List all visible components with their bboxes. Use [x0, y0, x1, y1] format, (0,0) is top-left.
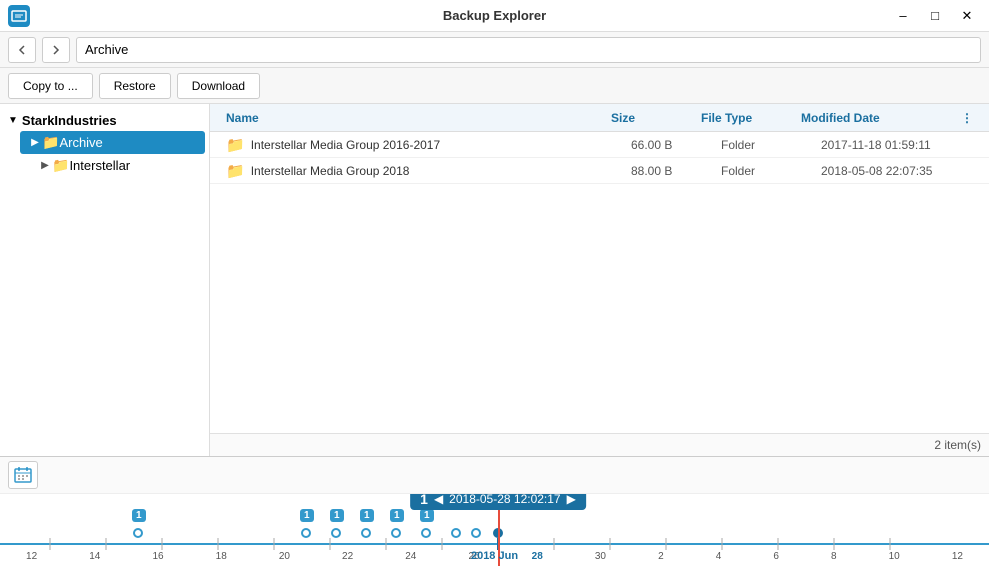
file-list: Name Size File Type Modified Date ⋮ 📁 In…	[210, 104, 989, 456]
timeline-area: 1 1 1 1 1 1 1 ◀ 2018-05-28 12:02:17 ▶ 12…	[0, 456, 989, 566]
timeline-dot-5[interactable]	[421, 528, 431, 538]
popup-number: 1	[420, 494, 428, 507]
date-label-20: 20	[279, 551, 290, 562]
chevron-right-icon: ▶	[28, 136, 42, 150]
date-label-6: 6	[773, 551, 779, 562]
close-button[interactable]: ✕	[953, 6, 981, 26]
folder-icon-row1: 📁	[226, 162, 245, 180]
popup-prev-button[interactable]: ◀	[434, 494, 443, 506]
timeline-popup: 1 ◀ 2018-05-28 12:02:17 ▶	[410, 494, 586, 510]
nav-bar	[0, 32, 989, 68]
col-header-name[interactable]: Name	[218, 111, 611, 125]
timeline-dot-7[interactable]	[471, 528, 481, 538]
timeline-dot-2[interactable]	[331, 528, 341, 538]
window-controls[interactable]: – □ ✕	[889, 6, 981, 26]
download-button[interactable]: Download	[177, 73, 260, 99]
folder-icon: 📁	[42, 134, 59, 151]
file-list-header: Name Size File Type Modified Date ⋮	[210, 104, 989, 132]
folder-icon2: 📁	[52, 157, 69, 174]
file-name-1: 📁 Interstellar Media Group 2018	[218, 162, 631, 180]
date-label-12: 12	[26, 551, 37, 562]
sidebar-item-interstellar-label: Interstellar	[69, 158, 130, 173]
timeline-badge-1: 1	[300, 509, 314, 522]
file-list-body: 📁 Interstellar Media Group 2016-2017 66.…	[210, 132, 989, 433]
timeline-dot-4[interactable]	[391, 528, 401, 538]
date-label-30: 30	[595, 551, 606, 562]
june-label: 2018 Jun	[471, 550, 518, 562]
chevron-right-icon2: ▶	[38, 159, 52, 173]
path-input[interactable]	[76, 37, 981, 63]
file-type-0: Folder	[721, 138, 821, 152]
col-header-date[interactable]: Modified Date	[801, 111, 961, 125]
timeline-badge-4: 1	[390, 509, 404, 522]
timeline-dot-1[interactable]	[301, 528, 311, 538]
sidebar-item-archive-label: Archive	[59, 135, 102, 150]
popup-next-button[interactable]: ▶	[567, 494, 576, 506]
timeline-dot-3[interactable]	[361, 528, 371, 538]
file-size-1: 88.00 B	[631, 164, 721, 178]
col-header-size[interactable]: Size	[611, 111, 701, 125]
date-label-8: 8	[831, 551, 837, 562]
back-button[interactable]	[8, 37, 36, 63]
app-icon	[8, 5, 30, 27]
main-layout: ▼ StarkIndustries ▶ 📁 Archive ▶ 📁 Inters…	[0, 104, 989, 456]
sidebar-root-label: StarkIndustries	[22, 113, 117, 128]
maximize-button[interactable]: □	[921, 6, 949, 26]
date-label-4: 4	[716, 551, 722, 562]
restore-button[interactable]: Restore	[99, 73, 171, 99]
item-count: 2 item(s)	[934, 438, 981, 452]
sidebar-root[interactable]: ▼ StarkIndustries	[0, 110, 209, 131]
date-label-14: 14	[89, 551, 100, 562]
timeline-dot-6[interactable]	[451, 528, 461, 538]
file-name-0: 📁 Interstellar Media Group 2016-2017	[218, 136, 631, 154]
copy-button[interactable]: Copy to ...	[8, 73, 93, 99]
date-label-24: 24	[405, 551, 416, 562]
table-row[interactable]: 📁 Interstellar Media Group 2018 88.00 B …	[210, 158, 989, 184]
date-label-16: 16	[152, 551, 163, 562]
file-date-0: 2017-11-18 01:59:11	[821, 138, 981, 152]
file-list-footer: 2 item(s)	[210, 433, 989, 456]
table-row[interactable]: 📁 Interstellar Media Group 2016-2017 66.…	[210, 132, 989, 158]
sidebar: ▼ StarkIndustries ▶ 📁 Archive ▶ 📁 Inters…	[0, 104, 210, 456]
toolbar: Copy to ... Restore Download	[0, 68, 989, 104]
popup-datetime: 2018-05-28 12:02:17	[449, 494, 560, 506]
date-label-10: 10	[889, 551, 900, 562]
timeline-badge-5: 1	[420, 509, 434, 522]
sidebar-item-interstellar[interactable]: ▶ 📁 Interstellar	[16, 154, 209, 177]
folder-icon-row0: 📁	[226, 136, 245, 154]
date-label-2: 2	[658, 551, 664, 562]
calendar-button[interactable]	[8, 461, 38, 489]
forward-button[interactable]	[42, 37, 70, 63]
chevron-down-icon: ▼	[8, 115, 18, 126]
minimize-button[interactable]: –	[889, 6, 917, 26]
col-more-btn[interactable]: ⋮	[961, 111, 981, 125]
date-label-12b: 12	[952, 551, 963, 562]
timeline-container: 1 1 1 1 1 1 1 ◀ 2018-05-28 12:02:17 ▶ 12…	[0, 494, 989, 566]
date-label-18: 18	[216, 551, 227, 562]
file-type-1: Folder	[721, 164, 821, 178]
date-label-28: 28	[532, 551, 543, 562]
timeline-toolbar	[0, 457, 989, 494]
window-title: Backup Explorer	[443, 8, 546, 23]
file-date-1: 2018-05-08 22:07:35	[821, 164, 981, 178]
date-label-22: 22	[342, 551, 353, 562]
col-header-type[interactable]: File Type	[701, 111, 801, 125]
timeline-badge-3: 1	[360, 509, 374, 522]
sidebar-item-archive[interactable]: ▶ 📁 Archive	[20, 131, 205, 154]
title-bar: Backup Explorer – □ ✕	[0, 0, 989, 32]
timeline-badge-0: 1	[132, 509, 146, 522]
file-size-0: 66.00 B	[631, 138, 721, 152]
timeline-dot-0[interactable]	[133, 528, 143, 538]
timeline-badge-2: 1	[330, 509, 344, 522]
